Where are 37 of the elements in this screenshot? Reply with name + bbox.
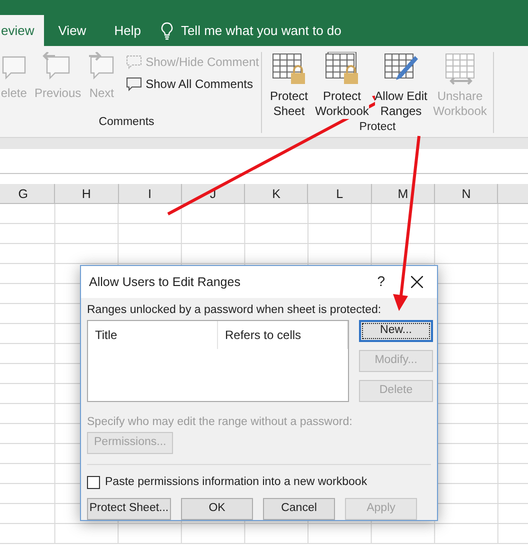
ranges-list[interactable]: Title Refers to cells <box>87 320 349 402</box>
dialog-button[interactable]: OK <box>181 498 253 520</box>
column-header[interactable]: H <box>55 184 119 203</box>
list-column-header[interactable]: Title <box>88 320 218 349</box>
dialog-button[interactable]: Protect Sheet... <box>87 498 171 520</box>
permissions-label: Specify who may edit the range without a password: <box>87 414 354 430</box>
column-header[interactable]: K <box>245 184 308 203</box>
help-button[interactable]: ? <box>377 271 385 292</box>
tell-me-search[interactable]: Tell me what you want to do <box>180 20 342 40</box>
column-header[interactable]: N <box>435 184 498 203</box>
ribbon-button[interactable]: Protect Workbook <box>314 52 370 119</box>
comment-icon <box>126 54 142 70</box>
locked-sheet-icon <box>272 52 306 85</box>
column-header[interactable]: G <box>0 184 56 203</box>
list-column-header[interactable]: Refers to cells <box>218 320 348 349</box>
ribbon-button[interactable]: Protect Sheet <box>264 52 314 119</box>
column-header[interactable]: I <box>118 184 182 203</box>
locked-workbook-icon <box>325 52 359 85</box>
ranges-label: Ranges unlocked by a password when sheet is protected: <box>87 302 382 318</box>
dialog-button[interactable]: Cancel <box>263 498 335 520</box>
checkbox[interactable] <box>87 476 100 489</box>
ribbon-tab[interactable]: eview <box>0 15 44 46</box>
column-header[interactable]: L <box>308 184 372 203</box>
checkbox-label: Paste permissions information into a new workbook <box>105 474 368 490</box>
ribbon-button[interactable]: Show All Comments <box>124 74 261 94</box>
lightbulb-icon <box>160 22 173 40</box>
close-icon[interactable] <box>411 276 423 288</box>
dialog-title: Allow Users to Edit Ranges <box>89 274 240 291</box>
unshare-workbook-icon <box>443 52 477 85</box>
dialog-button[interactable]: New... <box>359 320 433 342</box>
group-label: Protect <box>358 120 397 135</box>
group-label: Comments <box>98 114 156 130</box>
ribbon-button[interactable]: Allow Edit Ranges <box>370 52 432 119</box>
ribbon-tab[interactable]: Help <box>100 15 155 46</box>
ribbon-tab[interactable]: View <box>44 15 100 46</box>
comment-icon <box>126 76 142 92</box>
column-header[interactable]: M <box>372 184 436 203</box>
